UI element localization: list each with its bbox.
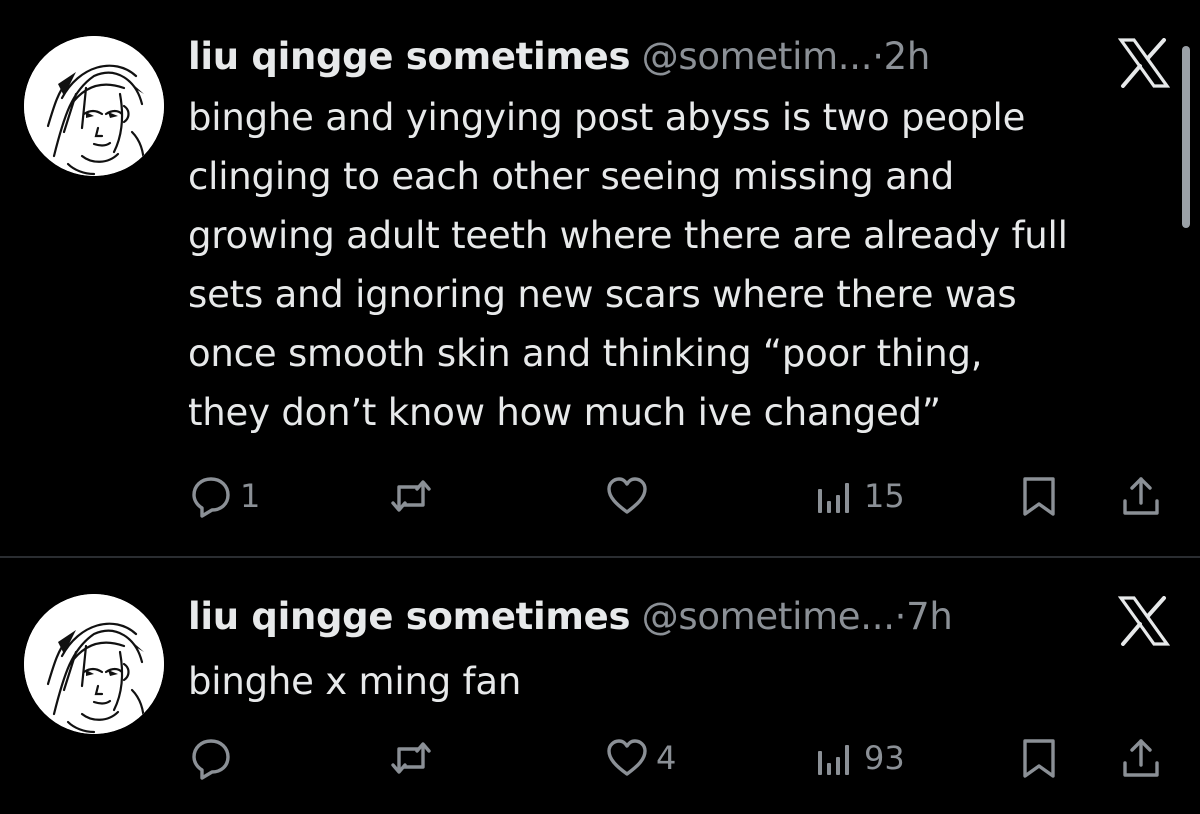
avatar-illustration — [24, 594, 164, 734]
tweet-text: binghe x ming fan — [188, 652, 1178, 711]
x-logo-icon[interactable] — [1114, 596, 1174, 652]
x-logo-glyph — [1117, 596, 1171, 646]
tweet-text-line: once smooth skin and thinking “poor thin… — [188, 332, 983, 375]
tweet[interactable]: liu qingge sometimes @sometim...·2h bing… — [0, 0, 1200, 556]
views-button[interactable]: 93 — [812, 728, 905, 788]
views-button[interactable]: 15 — [812, 466, 905, 526]
like-button[interactable] — [604, 466, 656, 526]
display-name[interactable]: liu qingge sometimes — [188, 35, 630, 78]
tweet[interactable]: liu qingge sometimes @sometime...·7h bin… — [0, 558, 1200, 814]
reply-button[interactable] — [188, 728, 240, 788]
reply-icon — [192, 477, 230, 518]
bookmark-button[interactable] — [1016, 728, 1062, 788]
x-logo-glyph — [1117, 38, 1171, 88]
reply-button[interactable]: 1 — [188, 466, 260, 526]
display-name[interactable]: liu qingge sometimes — [188, 595, 630, 638]
views-icon — [818, 745, 849, 775]
heart-icon — [607, 477, 647, 514]
tweet-header: liu qingge sometimes @sometim...·2h — [188, 34, 930, 80]
timeline: liu qingge sometimes @sometim...·2h bing… — [0, 0, 1200, 814]
share-button[interactable] — [1118, 466, 1164, 526]
tweet-text: binghe and yingying post abyss is two pe… — [188, 88, 1178, 442]
bookmark-button[interactable] — [1016, 466, 1062, 526]
avatar[interactable] — [24, 594, 164, 734]
heart-icon — [607, 739, 647, 776]
view-count: 93 — [864, 739, 905, 777]
user-handle[interactable]: @sometim... — [642, 35, 873, 78]
separator-dot: · — [894, 595, 907, 638]
bookmark-icon — [1023, 739, 1055, 778]
avatar-illustration — [24, 36, 164, 176]
timestamp[interactable]: 7h — [906, 595, 953, 638]
tweet-header: liu qingge sometimes @sometime...·7h — [188, 594, 953, 640]
reply-icon — [192, 739, 230, 780]
share-button[interactable] — [1118, 728, 1164, 788]
repost-button[interactable] — [388, 466, 440, 526]
separator-dot: · — [872, 35, 884, 78]
reply-count: 1 — [240, 477, 261, 515]
views-icon — [818, 483, 849, 513]
tweet-text-line: sets and ignoring new scars where there … — [188, 273, 1017, 316]
bookmark-icon — [1023, 477, 1055, 516]
repost-icon — [391, 480, 431, 512]
tweet-text-line: clinging to each other seeing missing an… — [188, 155, 955, 198]
like-button[interactable]: 4 — [604, 728, 676, 788]
timestamp[interactable]: 2h — [884, 35, 931, 78]
tweet-text-line: they don’t know how much ive changed” — [188, 391, 941, 434]
tweet-actions: 4 93 — [0, 728, 1200, 788]
repost-icon — [391, 742, 431, 774]
repost-button[interactable] — [388, 728, 440, 788]
user-handle[interactable]: @sometime... — [642, 595, 895, 638]
tweet-actions: 1 15 — [0, 466, 1200, 526]
x-logo-icon[interactable] — [1114, 38, 1174, 94]
share-icon — [1123, 739, 1159, 777]
view-count: 15 — [864, 477, 905, 515]
scrollbar[interactable] — [1182, 46, 1190, 228]
tweet-text-line: binghe x ming fan — [188, 660, 522, 703]
share-icon — [1123, 477, 1159, 515]
like-count: 4 — [656, 739, 677, 777]
avatar[interactable] — [24, 36, 164, 176]
tweet-text-line: growing adult teeth where there are alre… — [188, 214, 1068, 257]
tweet-text-line: binghe and yingying post abyss is two pe… — [188, 96, 1026, 139]
